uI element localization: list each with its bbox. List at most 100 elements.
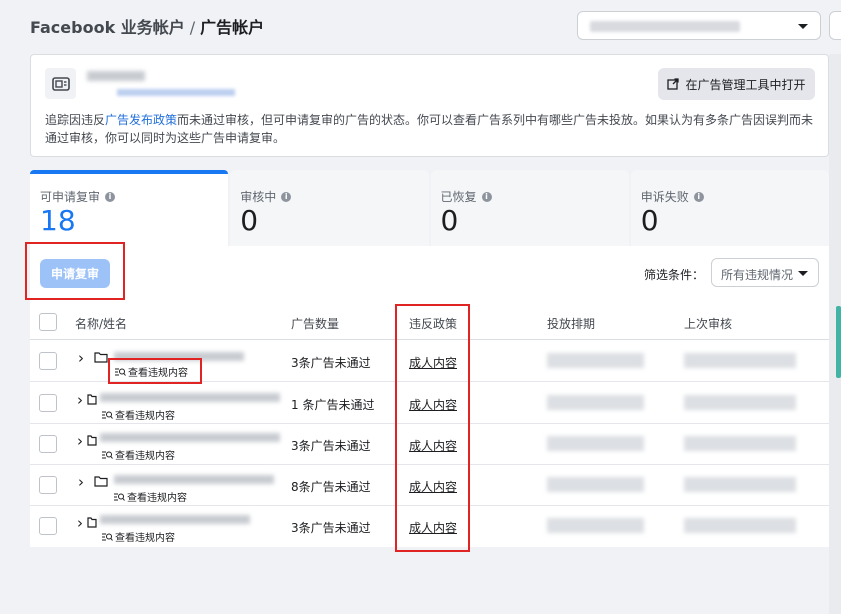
row-checkbox[interactable]: [39, 435, 57, 453]
view-violation-label: 查看违规内容: [127, 493, 187, 504]
campaign-name-redacted: [100, 433, 280, 442]
violation-filter-select[interactable]: 所有违规情况: [711, 258, 819, 287]
account-name-redacted: [590, 21, 740, 32]
info-icon[interactable]: i: [281, 191, 292, 202]
view-violation-link[interactable]: 查看违规内容: [115, 364, 188, 379]
select-all-checkbox[interactable]: [39, 313, 57, 331]
row-checkbox[interactable]: [39, 476, 57, 494]
tab-label: 可申请复审: [40, 190, 101, 204]
column-header-policy[interactable]: 违反政策: [409, 315, 457, 332]
column-header-last-review[interactable]: 上次审核: [684, 315, 732, 332]
chevron-right-icon[interactable]: ›: [78, 349, 84, 367]
scroll-handle[interactable]: [836, 306, 841, 378]
filter-label: 筛选条件：: [644, 268, 705, 282]
table-row[interactable]: › 查看违规内容 3条广告未通过 成人内容: [30, 341, 829, 382]
schedule-redacted: [547, 353, 644, 368]
tab-in-review[interactable]: 审核中 i 0: [230, 170, 429, 246]
ad-count: 3条广告未通过: [291, 521, 371, 535]
chevron-down-icon: [798, 271, 808, 276]
search-list-icon: [102, 533, 113, 541]
table-row[interactable]: › 查看违规内容 8条广告未通过 成人内容: [30, 465, 829, 506]
table-row[interactable]: › 查看违规内容 3条广告未通过 成人内容: [30, 506, 829, 547]
chevron-right-icon[interactable]: ›: [77, 514, 83, 532]
breadcrumb-separator: /: [189, 18, 196, 37]
breadcrumb-current: 广告帐户: [200, 18, 265, 37]
filter-value: 所有违规情况: [721, 268, 794, 282]
view-violation-link[interactable]: 查看违规内容: [102, 407, 175, 422]
schedule-redacted: [547, 518, 644, 533]
last-review-redacted: [684, 353, 796, 368]
account-name-redacted: [87, 71, 145, 81]
chevron-right-icon[interactable]: ›: [77, 391, 83, 409]
row-checkbox[interactable]: [39, 517, 57, 535]
info-icon[interactable]: i: [105, 191, 116, 202]
folder-icon: [94, 352, 108, 363]
ad-account-info-card: 在广告管理工具中打开 追踪因违反广告发布政策而未通过审核，但可申请复审的广告的状…: [30, 54, 829, 157]
status-tabs: 可申请复审 i 18 审核中 i 0 已恢复 i 0 申诉失败 i 0: [30, 170, 829, 246]
policy-link[interactable]: 成人内容: [409, 478, 457, 495]
folder-icon: [87, 394, 97, 405]
description-text: 追踪因违反广告发布政策而未通过审核，但可申请复审的广告的状态。你可以查看广告系列…: [45, 111, 815, 147]
last-review-redacted: [684, 518, 796, 533]
request-review-button[interactable]: 申请复审: [40, 259, 110, 288]
tab-label: 已恢复: [440, 190, 477, 204]
folder-icon: [87, 517, 97, 528]
chevron-down-icon: [798, 24, 808, 29]
view-violation-link[interactable]: 查看违规内容: [102, 447, 175, 462]
schedule-redacted: [547, 395, 644, 410]
description-prefix: 追踪因违反: [45, 113, 106, 127]
secondary-selector-edge[interactable]: [829, 11, 841, 40]
column-header-ad-count[interactable]: 广告数量: [291, 315, 339, 332]
search-list-icon: [114, 493, 125, 501]
campaign-name-redacted: [100, 393, 280, 402]
tab-restored[interactable]: 已恢复 i 0: [430, 170, 629, 246]
tab-count: 0: [640, 204, 659, 237]
tab-count: 0: [240, 204, 259, 237]
tab-count: 0: [440, 204, 459, 237]
search-list-icon: [102, 451, 113, 459]
column-header-schedule[interactable]: 投放排期: [547, 315, 595, 332]
account-id-redacted: [117, 89, 235, 96]
tab-label: 审核中: [240, 190, 277, 204]
table-row[interactable]: › 查看违规内容 1 条广告未通过 成人内容: [30, 383, 829, 424]
breadcrumb-root[interactable]: Facebook 业务帐户: [30, 18, 185, 37]
tab-appealable[interactable]: 可申请复审 i 18: [30, 170, 229, 246]
policy-link[interactable]: 成人内容: [409, 437, 457, 454]
campaign-name-redacted: [114, 475, 274, 484]
table-row[interactable]: › 查看违规内容 3条广告未通过 成人内容: [30, 424, 829, 465]
last-review-redacted: [684, 395, 796, 410]
ad-account-icon: [45, 68, 76, 99]
last-review-redacted: [684, 436, 796, 451]
row-checkbox[interactable]: [39, 352, 57, 370]
table-header: 名称/姓名 广告数量 违反政策 投放排期 上次审核: [30, 304, 829, 340]
external-link-icon: [667, 78, 680, 90]
schedule-redacted: [547, 477, 644, 492]
policy-link[interactable]: 成人内容: [409, 519, 457, 536]
view-violation-label: 查看违规内容: [115, 411, 175, 422]
info-icon[interactable]: i: [693, 191, 704, 202]
view-violation-link[interactable]: 查看违规内容: [114, 489, 187, 504]
info-icon[interactable]: i: [481, 191, 492, 202]
tab-appeal-failed[interactable]: 申诉失败 i 0: [630, 170, 829, 246]
column-header-name[interactable]: 名称/姓名: [75, 315, 127, 332]
chevron-right-icon[interactable]: ›: [77, 432, 83, 450]
account-selector[interactable]: [577, 11, 821, 40]
policy-link[interactable]: 成人内容: [409, 396, 457, 413]
policy-link[interactable]: 成人内容: [409, 354, 457, 371]
ad-count: 8条广告未通过: [291, 480, 371, 494]
campaign-name-redacted: [100, 515, 250, 524]
folder-icon: [94, 476, 108, 487]
view-violation-label: 查看违规内容: [115, 451, 175, 462]
search-list-icon: [102, 411, 113, 419]
search-list-icon: [115, 368, 126, 376]
row-checkbox[interactable]: [39, 394, 57, 412]
view-violation-link[interactable]: 查看违规内容: [102, 529, 175, 544]
tab-label: 申诉失败: [640, 190, 689, 204]
last-review-redacted: [684, 477, 796, 492]
open-in-ads-manager-button[interactable]: 在广告管理工具中打开: [658, 68, 815, 100]
campaign-name-redacted: [114, 352, 244, 361]
ad-policy-link[interactable]: 广告发布政策: [105, 113, 177, 127]
chevron-right-icon[interactable]: ›: [78, 473, 84, 491]
ad-count: 3条广告未通过: [291, 439, 371, 453]
open-in-ads-manager-label: 在广告管理工具中打开: [685, 77, 806, 92]
